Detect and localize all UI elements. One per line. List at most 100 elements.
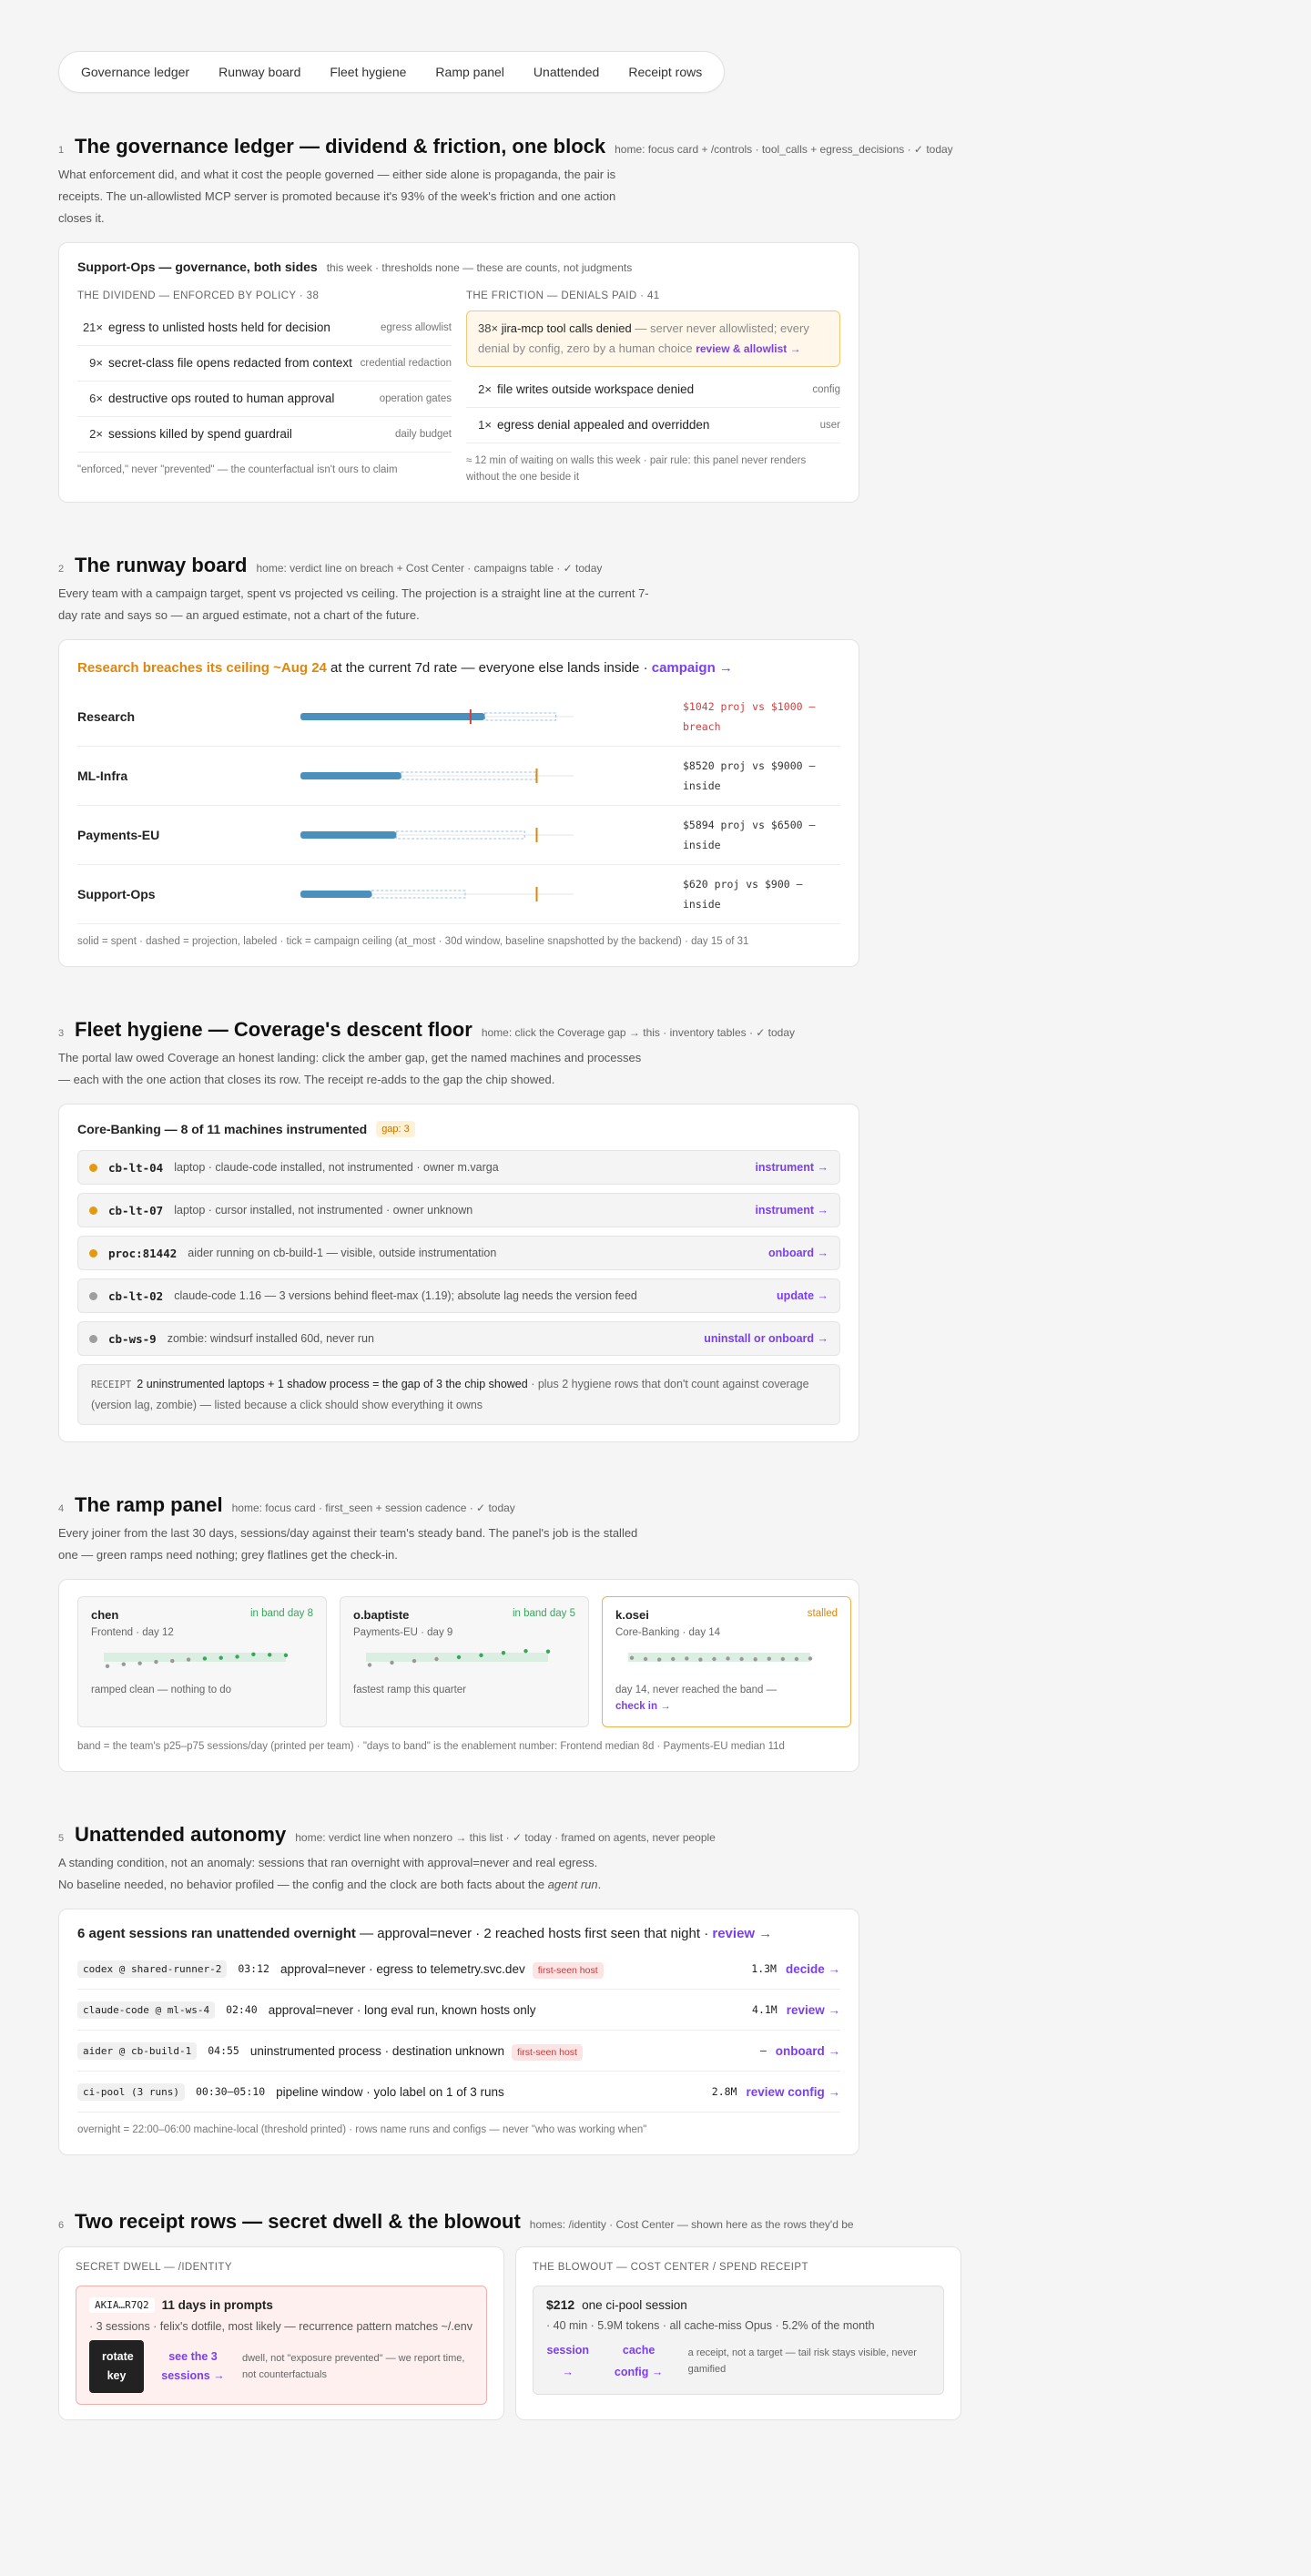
blowout-row: $212 one ci-pool session · 40 min · 5.9M… [533,2286,944,2395]
fleet-action-link[interactable]: instrument → [755,1161,828,1174]
secret-dwell-heading: SECRET DWELL — /IDENTITY [76,2262,232,2273]
receipt-label: RECEIPT [91,1380,132,1390]
ramp-card-chen: chen in band day 8 Frontend · day 12 ramped… [77,1596,327,1727]
dividend-row: 2× sessions killed by spend guardrail dail… [77,417,452,453]
blowout-amount: $212 [546,2297,575,2312]
secret-dwell-row: AKIA…R7Q2 11 days in prompts · 3 session… [76,2286,487,2405]
session-point [154,1659,158,1665]
spent-bar [300,891,372,898]
session-point [629,1655,635,1660]
section-nav: Governance ledger Runway board Fleet hygie… [58,51,726,93]
session-link[interactable]: session → [546,2339,590,2383]
machine-desc: claude-code 1.16 — 3 versions behind fle… [174,1289,637,1302]
joiner-team: Payments-EU · day 9 [353,1627,453,1638]
section-unattended: 5 Unattended autonomy home: verdict line… [58,1823,1253,2155]
section-runway-board: 2 The runway board home: verdict line on… [58,554,1253,967]
check-in-link[interactable]: check in → [615,1701,671,1712]
agent-chip: aider @ cb-build-1 [77,2041,198,2060]
gap-badge: gap: 3 [376,1121,415,1137]
runway-bar-svg [300,828,574,842]
section-title: The runway board [75,554,248,576]
fleet-row: proc:81442 aider running on cb-build-1 — … [77,1236,840,1270]
section-meta: home: focus card + /controls · tool_call… [615,143,953,156]
session-point [808,1656,813,1661]
nav-link[interactable]: Runway board [206,59,313,85]
row-tag: operation gates [379,393,452,404]
section-number: 2 [58,564,65,575]
session-point [767,1656,771,1661]
session-point [105,1664,110,1668]
spent-bar [300,831,397,839]
runway-bar [300,769,683,783]
runway-bar-svg [300,887,574,901]
row-tag: egress allowlist [381,322,452,333]
token-count: – [759,2044,767,2057]
dividend-row: 9× secret-class file opens redacted from … [77,346,452,382]
row-action-link[interactable]: decide → [786,1962,840,1976]
campaign-link[interactable]: campaign → [652,660,733,676]
review-allowlist-link[interactable]: review & allowlist → [696,342,800,355]
joiner-name: o.baptiste [353,1608,410,1622]
machine-id: cb-ws-9 [108,1331,157,1346]
row-text: egress to unlisted hosts held for decisi… [108,321,330,334]
unattended-verdict: 6 agent sessions ran unattended overnigh… [77,1926,840,1941]
key-id: AKIA…R7Q2 [89,2297,155,2313]
run-desc-wrap: uninstrumented process · destination unk… [249,2043,760,2061]
nav-link[interactable]: Governance ledger [68,59,202,85]
blowout-card: THE BLOWOUT — COST CENTER / SPEND RECEIP… [515,2246,961,2420]
runway-bar [300,887,683,901]
friction-highlight-main: jira-mcp tool calls denied [501,321,632,335]
dwell-note: dwell, not "exposure prevented" — we rep… [242,2353,465,2380]
section-title: Unattended autonomy [75,1823,287,1846]
fleet-action-link[interactable]: instrument → [755,1204,828,1217]
nav-link[interactable]: Fleet hygiene [317,59,419,85]
ramp-status: in band day 8 [249,1608,313,1619]
description-end: . [597,1878,602,1891]
runway-note: $1042 proj vs $1000 — breach [683,700,816,733]
ramp-footnote: band = the team's p25–p75 sessions/day (… [77,1741,785,1752]
friction-column: THE FRICTION — DENIALS PAID · 41 38× jir… [466,290,840,485]
machine-id: cb-lt-07 [108,1203,164,1217]
agent-chip: ci-pool (3 runs) [77,2082,185,2101]
row-action-link[interactable]: onboard → [776,2044,840,2058]
fleet-action-link[interactable]: onboard → [768,1247,828,1259]
status-dot-icon [89,1291,97,1300]
unattended-verdict-rest: — approval=never · 2 reached hosts first… [355,1926,713,1941]
run-desc-wrap: approval=never · egress to telemetry.svc… [280,1961,751,1979]
nav-link[interactable]: Ramp panel [422,59,517,85]
card-title: Support-Ops — governance, both sides [77,260,318,274]
nav-link[interactable]: Receipt rows [615,59,715,85]
nav-link[interactable]: Unattended [521,59,612,85]
ramp-status: in band day 5 [512,1608,575,1619]
runway-bar-svg [300,709,574,724]
agent-chip: claude-code @ ml-ws-4 [77,2001,216,2019]
row-action-link[interactable]: review → [787,2003,840,2017]
ramp-card-k.osei: k.osei stalled Core-Banking · day 14 day 14… [602,1596,851,1727]
cache-config-link[interactable]: cache config → [605,2339,674,2383]
team-name: ML-Infra [77,769,128,783]
session-point [753,1657,757,1662]
ramp-card: chen in band day 8 Frontend · day 12 ramped… [58,1579,859,1772]
runway-note: $620 proj vs $900 — inside [683,878,803,911]
team-name: Support-Ops [77,887,156,901]
rotate-key-button[interactable]: rotate key [89,2340,144,2393]
session-point [186,1657,191,1662]
section-title: Two receipt rows — secret dwell & the bl… [75,2210,521,2233]
section-description: Every team with a campaign target, spent… [58,586,649,622]
section-number: 5 [58,1833,65,1844]
blowout-note: a receipt, not a target — tail risk stay… [687,2347,917,2375]
see-sessions-link[interactable]: see the 3 sessions → [157,2347,229,2386]
runway-row: Research $1042 proj vs $1000 — breach [77,687,840,747]
fleet-action-link[interactable]: uninstall or onboard → [704,1332,828,1345]
session-point [545,1649,551,1654]
status-dot-icon [89,1163,97,1172]
section-meta: home: verdict line on breach + Cost Cent… [256,562,603,575]
status-dot-icon [89,1334,97,1343]
run-time: 03:12 [238,1962,269,1975]
run-desc: uninstrumented process · destination unk… [249,2043,505,2058]
fleet-action-link[interactable]: update → [777,1289,828,1302]
dividend-heading: THE DIVIDEND — ENFORCED BY POLICY · 38 [77,290,320,301]
review-link[interactable]: review → [712,1926,772,1941]
row-action-link[interactable]: review config → [746,2085,840,2099]
section-number: 1 [58,145,65,156]
